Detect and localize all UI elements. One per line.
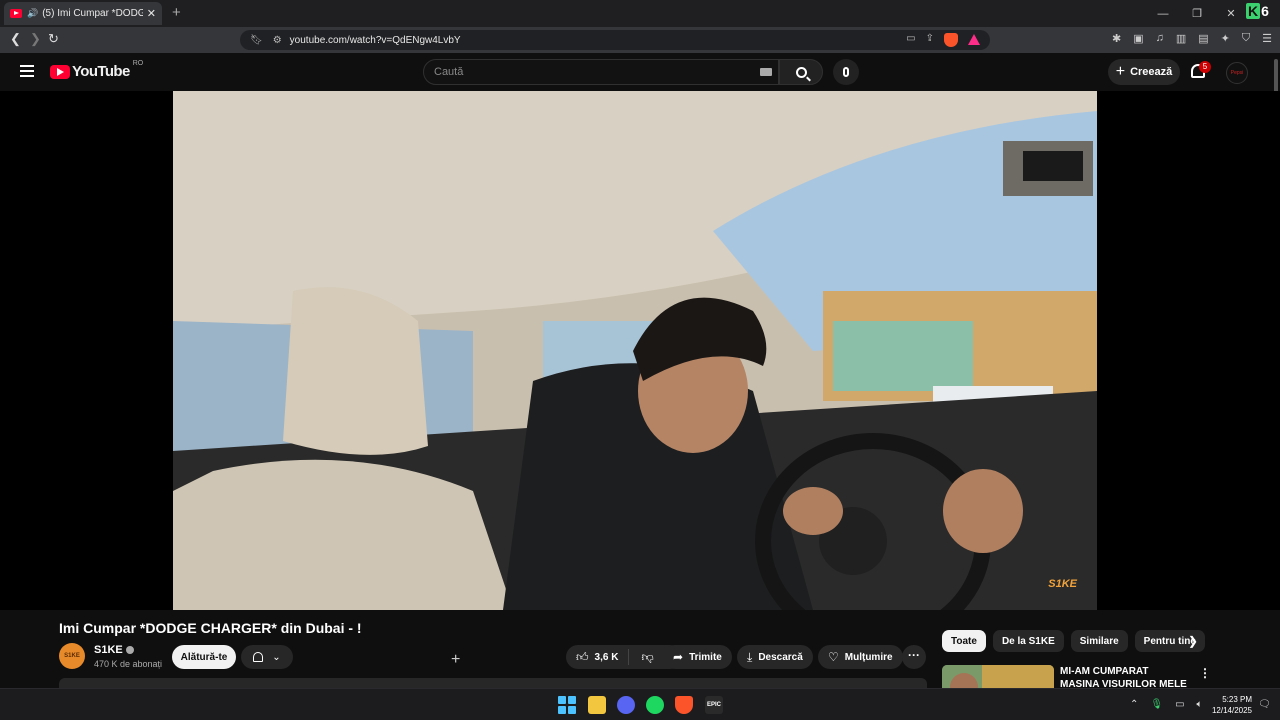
k-badge: K6 (1246, 3, 1269, 19)
verified-icon (125, 646, 134, 655)
like-button[interactable]: 👍︎ 3,6 K (566, 649, 630, 665)
heart-dollar-icon: ♡ (828, 650, 839, 664)
youtube-header: YouTube RO Caută + Creează 5 Pepsi (0, 53, 1280, 91)
speaker-icon[interactable]: 🔊 (27, 8, 38, 19)
discord-icon[interactable] (617, 696, 635, 714)
bookmark-icon[interactable]: 🔖︎ (250, 35, 263, 46)
browser-tab[interactable]: 🔊 (5) Imi Cumpar *DODGE CHA ✕ (4, 2, 162, 25)
dislike-button[interactable]: 👎︎ (629, 650, 665, 665)
microphone-icon (843, 67, 849, 77)
browser-tab-bar: 🔊 (5) Imi Cumpar *DODGE CHA ✕ + — ❐ ✕ K6 (0, 0, 1280, 27)
thumbs-down-icon: 👎︎ (641, 649, 654, 664)
video-frame-image (173, 91, 1097, 610)
share-button[interactable]: ➦ Trimite (663, 645, 732, 669)
menu-icon[interactable]: ☰ (1262, 32, 1272, 45)
brave-browser-icon[interactable] (675, 696, 693, 714)
video-player-area[interactable]: S1KE (0, 91, 1280, 610)
browser-toolbar: ❮ ❯ ↻ 🔖︎ ⚙ youtube.com/watch?v=QdENgw4Lv… (0, 27, 1280, 53)
youtube-logo[interactable]: YouTube RO (50, 60, 143, 80)
notification-count-badge: 5 (1199, 61, 1211, 73)
close-window-button[interactable]: ✕ (1214, 7, 1248, 20)
share-icon[interactable]: ⇪ (926, 33, 934, 47)
windows-start-icon[interactable] (558, 696, 576, 714)
network-icon[interactable]: ▭ (1175, 699, 1184, 710)
subscription-bell-button[interactable]: ⌄ (241, 645, 293, 669)
epic-games-icon[interactable]: EPIC (705, 696, 723, 714)
system-tray: ⌃ 🎙︎ ▭ 🔈︎ (1130, 699, 1203, 710)
os-taskbar: EPIC ⌃ 🎙︎ ▭ 🔈︎ 5:23 PM 12/14/2025 🗨︎ (0, 688, 1280, 720)
chip-related[interactable]: Similare (1070, 630, 1128, 652)
microphone-tray-icon[interactable]: 🎙︎ (1150, 699, 1163, 710)
bell-icon (253, 652, 264, 662)
new-tab-button[interactable]: + (172, 4, 181, 21)
brave-rewards-icon[interactable] (968, 34, 980, 45)
channel-avatar[interactable]: S1KE (59, 643, 85, 669)
voice-search-button[interactable] (833, 59, 859, 85)
youtube-play-icon (50, 64, 70, 79)
hamburger-menu-icon[interactable] (20, 65, 34, 80)
volume-icon[interactable]: 🔈︎ (1197, 699, 1203, 710)
address-bar[interactable]: 🔖︎ ⚙ youtube.com/watch?v=QdENgw4LvbY ▭ ⇪ (240, 30, 990, 50)
channel-name[interactable]: S1KE (94, 644, 134, 656)
extensions-icon[interactable]: ✱ (1112, 32, 1121, 45)
video-title: Imi Cumpar *DODGE CHARGER* din Dubai - ! (59, 620, 362, 636)
notification-center-icon[interactable]: 🗨︎ (1258, 699, 1271, 710)
channel-watermark: S1KE (1048, 578, 1077, 590)
video-frame[interactable]: S1KE (173, 91, 1097, 610)
more-actions-button[interactable]: ··· (902, 645, 926, 669)
search-button[interactable] (779, 59, 823, 85)
avatar[interactable]: Pepsi (1226, 62, 1248, 84)
chip-from-channel[interactable]: De la S1KE (992, 630, 1064, 652)
youtube-favicon-icon (10, 9, 22, 18)
search-icon (795, 66, 807, 78)
back-button[interactable]: ❮ (10, 31, 21, 47)
spotify-icon[interactable] (646, 696, 664, 714)
forward-button[interactable]: ❯ (30, 31, 41, 47)
download-button[interactable]: ⤓ Descarcă (737, 645, 813, 669)
keyboard-icon[interactable] (760, 68, 772, 76)
screenshot-icon[interactable]: ▣ (1133, 32, 1143, 45)
thumbs-up-icon: 👍︎ (576, 649, 589, 664)
wallet-icon[interactable]: ▤ (1198, 32, 1208, 45)
media-icon[interactable]: ♫ (1156, 32, 1164, 45)
taskbar-clock[interactable]: 5:23 PM 12/14/2025 (1208, 694, 1252, 716)
watch-details: Imi Cumpar *DODGE CHARGER* din Dubai - !… (0, 610, 1280, 695)
related-filter-chips: Toate De la S1KE Similare Pentru tine (942, 630, 1205, 652)
url-text[interactable]: youtube.com/watch?v=QdENgw4LvbY (290, 35, 461, 46)
chevron-up-icon[interactable]: ⌃ (1130, 699, 1138, 710)
recommendation-menu-icon[interactable]: ⋮ (1199, 666, 1211, 680)
create-button[interactable]: + Creează (1108, 59, 1180, 85)
minimize-button[interactable]: — (1146, 8, 1180, 20)
leo-ai-icon[interactable]: ✦ (1221, 32, 1230, 45)
cast-icon[interactable]: ▭ (906, 33, 915, 47)
join-button[interactable]: Alătură-te (172, 645, 236, 669)
search-input[interactable]: Caută (423, 59, 779, 85)
chevron-right-icon[interactable]: ❯ (1188, 634, 1198, 648)
download-icon: ⤓ (747, 649, 753, 664)
site-settings-icon[interactable]: ⚙ (273, 35, 282, 46)
subscriber-count: 470 K de abonați (94, 659, 163, 669)
reload-button[interactable]: ↻ (48, 31, 59, 47)
chevron-down-icon: ⌄ (272, 651, 281, 663)
thanks-button[interactable]: ♡ Mulțumire (818, 645, 903, 669)
chip-all[interactable]: Toate (942, 630, 986, 652)
share-arrow-icon: ➦ (673, 650, 684, 664)
vpn-icon[interactable]: ⛉ (1242, 32, 1250, 45)
close-tab-icon[interactable]: ✕ (147, 7, 156, 20)
tab-title: (5) Imi Cumpar *DODGE CHA (42, 8, 143, 19)
brave-shields-icon[interactable] (944, 33, 958, 47)
cursor-crosshair-icon: + (451, 651, 461, 668)
sidebar-icon[interactable]: ▥ (1176, 32, 1186, 45)
restore-button[interactable]: ❐ (1180, 7, 1214, 20)
extensions-area: ✱ ▣ ♫ ▥ ▤ ✦ ⛉ ☰ (1112, 32, 1272, 45)
file-explorer-icon[interactable] (588, 696, 606, 714)
